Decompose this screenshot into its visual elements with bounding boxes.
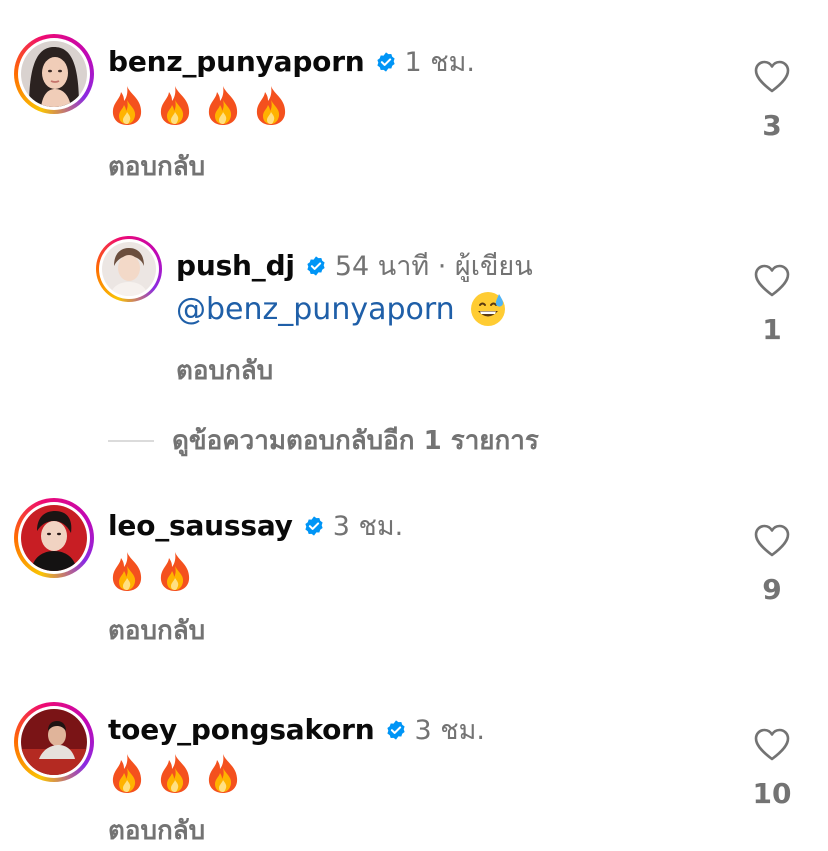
comment-text [108,752,252,794]
reply-button[interactable]: ตอบกลับ [108,810,205,851]
like-control: 10 [742,728,802,810]
verified-badge-icon [385,719,407,741]
comment-item: toey_pongsakorn 3 ชม. ตอบกลับ 10 [0,0,828,846]
heart-icon[interactable] [754,728,790,761]
like-count: 10 [752,777,792,810]
profile-photo-icon [21,709,87,775]
comment-time: 3 ชม. [414,715,485,746]
fire-emoji-icon [204,752,242,794]
username[interactable]: toey_pongsakorn [108,713,375,746]
fire-emoji-icon [108,752,146,794]
avatar[interactable] [14,702,94,782]
fire-emoji-icon [156,752,194,794]
